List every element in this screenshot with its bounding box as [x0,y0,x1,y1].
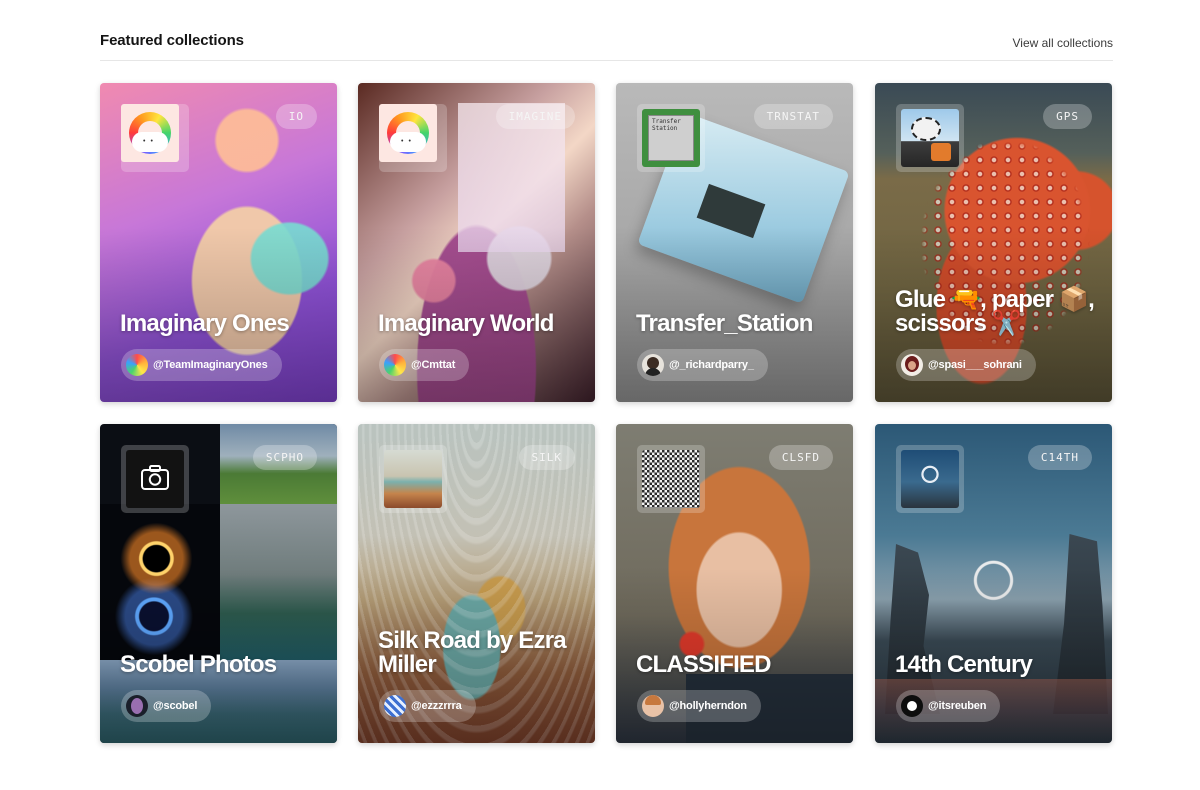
owner-handle: @TeamImaginaryOnes [153,359,268,371]
section-header: Featured collections View all collection… [100,30,1113,61]
noise-icon [642,450,700,508]
owner-chip[interactable]: @ezzzrrra [379,690,476,722]
owner-chip[interactable]: @Cmttat [379,349,470,381]
avatar [901,695,923,717]
collection-card-14th-century[interactable]: C14TH 14th Century @itsreuben [875,424,1112,743]
avatar [384,354,406,376]
collection-thumbnail: •• [121,104,189,172]
collection-title: Transfer_Station [636,310,813,337]
owner-handle: @_richardparry_ [669,359,754,371]
chip-icon: Transfer Station [642,109,700,167]
avatar [126,354,148,376]
collection-title: 14th Century [895,651,1033,678]
collection-card-silk-road[interactable]: SILK Silk Road by Ezra Miller @ezzzrrra [358,424,595,743]
avatar [126,695,148,717]
section-title: Featured collections [100,32,244,49]
collection-ticker-badge: CLSFD [768,445,833,470]
owner-handle: @hollyherndon [669,700,747,712]
owner-chip[interactable]: @spasi___sohrani [896,349,1036,381]
collage-icon [901,109,959,167]
owner-handle: @scobel [153,700,198,712]
owner-chip[interactable]: @itsreuben [896,690,1001,722]
collection-thumbnail [121,445,189,513]
collection-card-imaginary-world[interactable]: •• IMAGINE Imaginary World @Cmttat [358,83,595,402]
collection-thumbnail [896,445,964,513]
owner-chip[interactable]: @scobel [121,690,212,722]
collection-card-classified[interactable]: CLSFD CLASSIFIED @hollyherndon [616,424,853,743]
avatar [384,695,406,717]
avatar [901,354,923,376]
owner-handle: @spasi___sohrani [928,359,1022,371]
collection-thumbnail [379,445,447,513]
collection-card-glue-paper-scissors[interactable]: GPS Glue 🔫, paper 📦, scissors ✂️ @spasi_… [875,83,1112,402]
collection-card-imaginary-ones[interactable]: •• IO Imaginary Ones @TeamImaginaryOnes [100,83,337,402]
collection-ticker-badge: SILK [518,445,575,470]
owner-chip[interactable]: @_richardparry_ [637,349,768,381]
collection-thumbnail [896,104,964,172]
collection-ticker-badge: IO [275,104,317,129]
rainbow-icon: •• [121,104,179,162]
owner-handle: @ezzzrrra [411,700,462,712]
rainbow-icon: •• [379,104,437,162]
collection-title: Silk Road by Ezra Miller [378,627,567,678]
collection-ticker-badge: TRNSTAT [753,104,833,129]
collection-title: CLASSIFIED [636,651,771,678]
collection-ticker-badge: GPS [1043,104,1092,129]
collection-thumbnail: •• [379,104,447,172]
avatar [642,695,664,717]
collection-card-transfer-station[interactable]: Transfer Station TRNSTAT Transfer_Statio… [616,83,853,402]
owner-chip[interactable]: @hollyherndon [637,690,761,722]
collection-title: Imaginary World [378,310,554,337]
owner-chip[interactable]: @TeamImaginaryOnes [121,349,282,381]
avatar [642,354,664,376]
owner-handle: @itsreuben [928,700,987,712]
collection-ticker-badge: IMAGINE [495,104,575,129]
collection-ticker-badge: C14TH [1027,445,1092,470]
collection-title: Scobel Photos [120,651,277,678]
collection-thumbnail [637,445,705,513]
collection-thumbnail: Transfer Station [637,104,705,172]
portal-icon [901,450,959,508]
owner-handle: @Cmttat [411,359,456,371]
collection-ticker-badge: SCPHO [252,445,317,470]
landscape-icon [384,450,442,508]
camera-icon [126,450,184,508]
view-all-collections-link[interactable]: View all collections [1013,36,1114,50]
collection-card-scobel-photos[interactable]: SCPHO Scobel Photos @scobel [100,424,337,743]
collection-title: Imaginary Ones [120,310,290,337]
collection-title: Glue 🔫, paper 📦, scissors ✂️ [895,286,1095,337]
